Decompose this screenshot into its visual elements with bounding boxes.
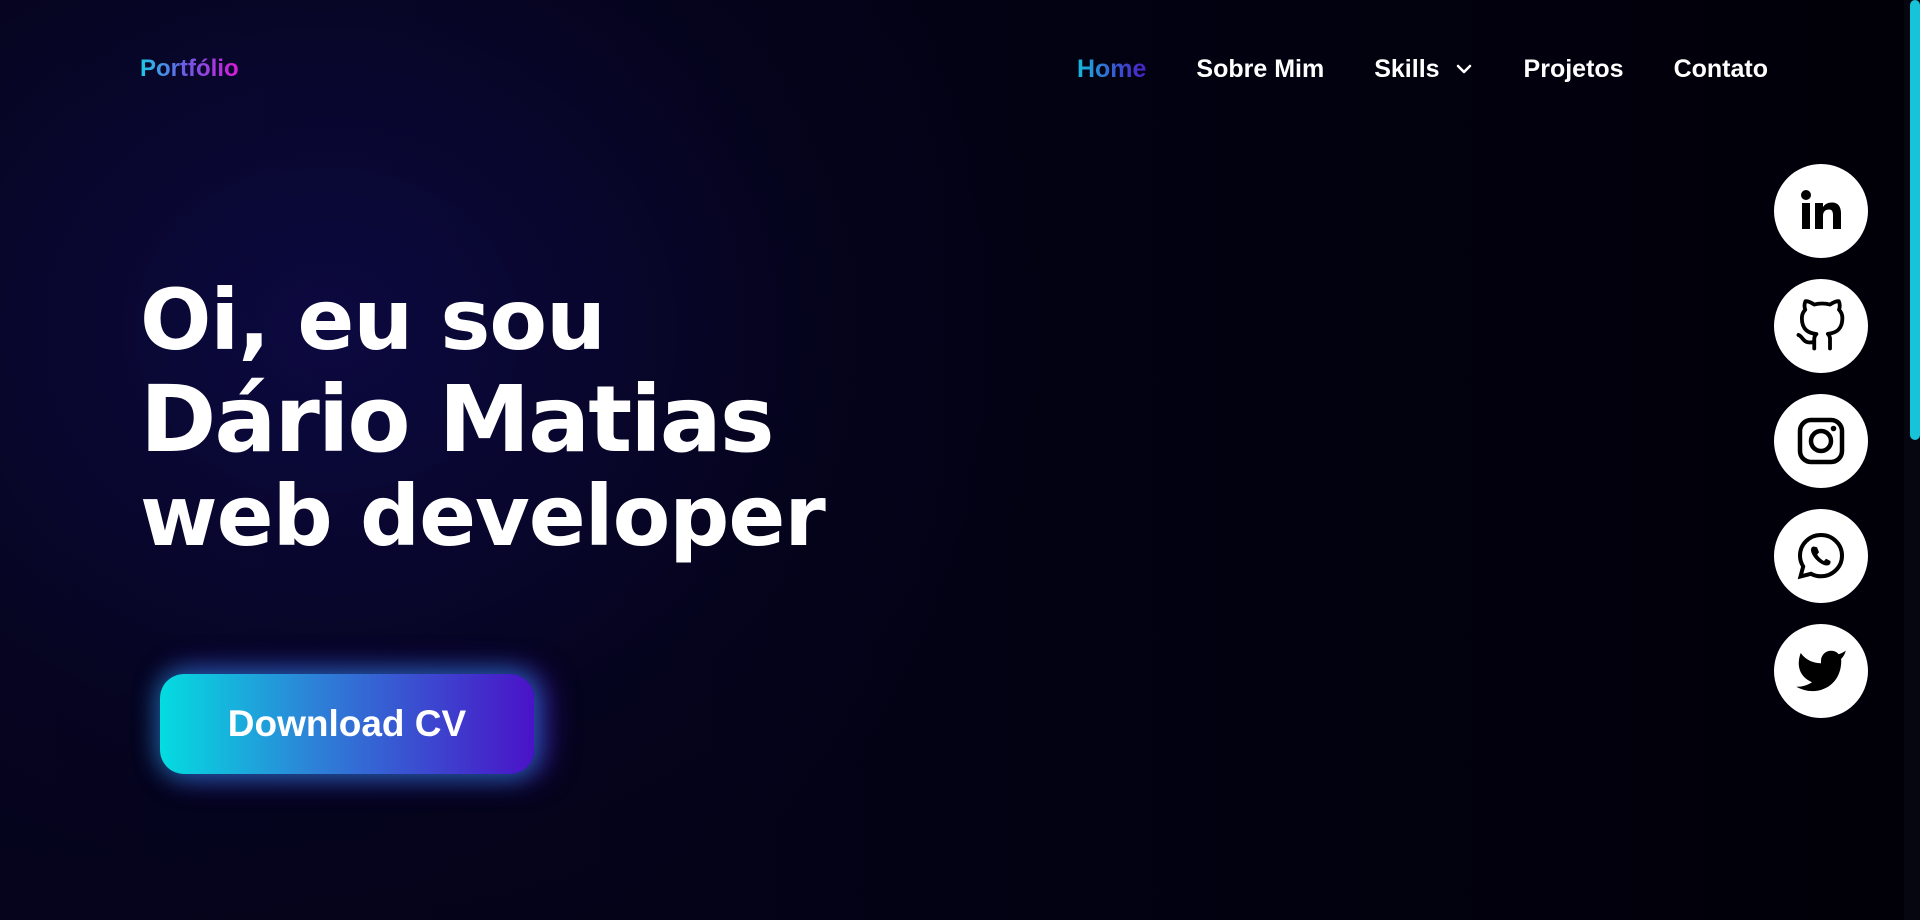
nav-item-skills[interactable]: Skills: [1374, 55, 1473, 84]
linkedin-link[interactable]: [1774, 164, 1868, 258]
nav-item-skills-label: Skills: [1374, 54, 1440, 83]
chevron-down-icon: [1456, 64, 1471, 74]
social-links: [1774, 164, 1868, 718]
nav-item-home[interactable]: Home: [1077, 55, 1146, 84]
twitter-link[interactable]: [1774, 624, 1868, 718]
nav-item-contato[interactable]: Contato: [1674, 55, 1768, 84]
main-nav: Home Sobre Mim Skills Projetos Contato: [1077, 52, 1768, 86]
nav-item-sobre-mim[interactable]: Sobre Mim: [1196, 55, 1324, 84]
hero-greeting: Oi, eu sou: [140, 271, 606, 369]
github-icon: [1796, 299, 1845, 351]
linkedin-icon: [1801, 190, 1841, 229]
whatsapp-icon: [1797, 532, 1845, 580]
download-cv-button[interactable]: Download CV: [160, 674, 534, 774]
brand-logo[interactable]: Portfólio: [140, 55, 239, 83]
page: Portfólio Home Sobre Mim Skills Projetos…: [0, 0, 1875, 920]
scrollbar-thumb[interactable]: [1910, 0, 1920, 440]
nav-item-projetos[interactable]: Projetos: [1524, 55, 1624, 84]
twitter-icon: [1796, 650, 1846, 692]
hero-role: web developer: [140, 467, 826, 565]
instagram-link[interactable]: [1774, 394, 1868, 488]
hero-heading: Oi, eu sou Dário Matias web developer: [140, 270, 826, 565]
page-scrollbar[interactable]: [1904, 0, 1920, 920]
whatsapp-link[interactable]: [1774, 509, 1868, 603]
instagram-icon: [1797, 417, 1845, 465]
hero-name: Dário Matias: [140, 366, 775, 473]
github-link[interactable]: [1774, 279, 1868, 373]
